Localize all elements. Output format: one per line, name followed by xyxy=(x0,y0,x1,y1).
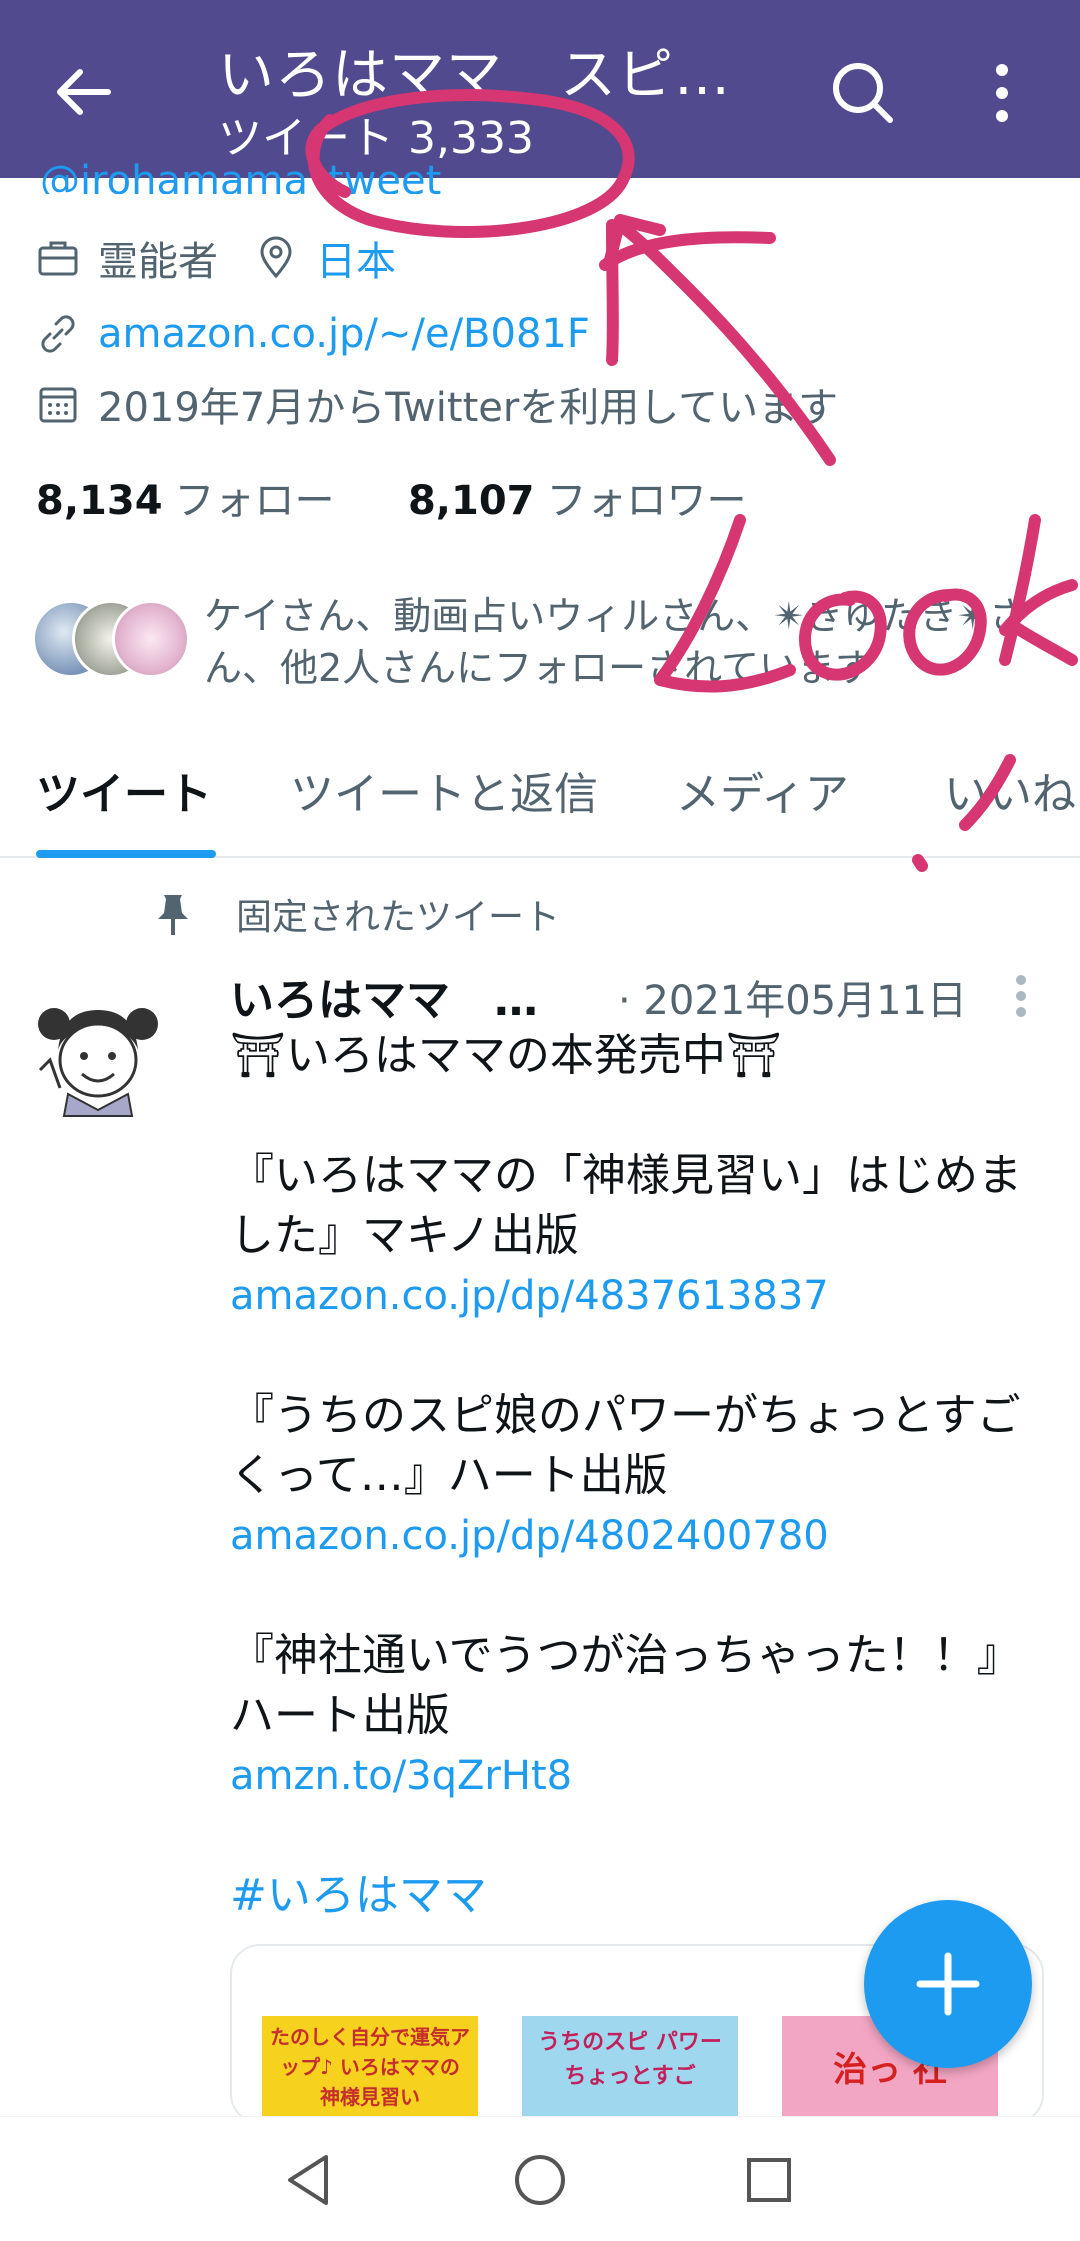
tab-tweets[interactable]: ツイート xyxy=(36,758,212,822)
tab-likes[interactable]: いいね xyxy=(944,758,1076,822)
tweet-line: ⛩いろはママの本発売中⛩ xyxy=(230,1030,782,1081)
tweet-link[interactable]: amazon.co.jp/dp/4802400780 xyxy=(230,1506,1050,1566)
tweet-link[interactable]: amzn.to/3qZrHt8 xyxy=(230,1746,1050,1806)
tweet-date[interactable]: · 2021年05月11日 xyxy=(618,968,967,1026)
briefcase-icon xyxy=(38,241,78,276)
tweet-author-name[interactable]: いろはママ … xyxy=(230,964,538,1028)
tweet-line: 『いろはママの「神様見習い」はじめました』マキノ出版 xyxy=(230,1150,1022,1261)
following-label: フォロー xyxy=(174,478,335,524)
profile-joined: 2019年7月からTwitterを利用しています xyxy=(98,385,839,431)
followers-count: 8,107 xyxy=(407,478,535,524)
book-cover-image[interactable]: たのしく自分で運気アップ♪ いろはママの 神様見習い xyxy=(262,2016,478,2122)
pin-icon xyxy=(158,895,188,935)
more-vertical-icon[interactable] xyxy=(982,58,1022,128)
tab-media[interactable]: メディア xyxy=(676,758,849,822)
search-icon[interactable] xyxy=(828,58,898,128)
link-icon xyxy=(41,315,75,353)
compose-tweet-button[interactable] xyxy=(864,1900,1032,2068)
following-count: 8,134 xyxy=(36,478,163,524)
tab-tweets-replies[interactable]: ツイートと返信 xyxy=(290,758,598,822)
follow-stats: 8,134 フォロー 8,107 フォロワー xyxy=(36,468,747,526)
avatar[interactable] xyxy=(32,990,164,1122)
location-pin-icon xyxy=(260,236,292,279)
back-arrow-icon[interactable] xyxy=(52,60,116,124)
home-circle-icon[interactable] xyxy=(505,2145,575,2215)
book-cover-image[interactable]: うちのスピ パワー ちょっとすご xyxy=(522,2016,738,2122)
profile-link-row: amazon.co.jp/~/e/B081F xyxy=(36,306,590,362)
followed-by-text: ケイさん、動画占いウィルさん、✴︎きゆたき✴︎さん、他2人さんにフォローされてい… xyxy=(204,594,1027,690)
followers-link[interactable]: 8,107 フォロワー xyxy=(408,478,747,524)
profile-handle-cut: @irohamama_tweet xyxy=(40,158,442,194)
app-header: いろはママ スピ… ツイート 3,333 xyxy=(0,0,1080,178)
avatar xyxy=(112,600,190,678)
tweet-body: ⛩いろはママの本発売中⛩ 『いろはママの「神様見習い」はじめました』マキノ出版 … xyxy=(230,1026,1050,1926)
calendar-icon xyxy=(39,387,77,423)
profile-location[interactable]: 日本 xyxy=(316,229,396,287)
tweet-count: ツイート 3,333 xyxy=(218,113,534,164)
back-triangle-icon[interactable] xyxy=(274,2145,344,2215)
following-link[interactable]: 8,134 フォロー xyxy=(36,478,335,524)
pinned-label: 固定されたツイート xyxy=(236,897,561,938)
followers-label: フォロワー xyxy=(546,478,747,524)
tweet-line: 『神社通いでうつが治っちゃった！！』ハート出版 xyxy=(230,1630,1021,1741)
tweet-line: 『うちのスピ娘のパワーがちょっとすごくって…』ハート出版 xyxy=(230,1390,1021,1501)
profile-job: 霊能者 xyxy=(98,239,218,285)
profile-website-link[interactable]: amazon.co.jp/~/e/B081F xyxy=(98,311,590,357)
more-vertical-icon[interactable] xyxy=(1006,970,1036,1034)
plus-icon xyxy=(916,1952,980,2016)
profile-meta-row: 霊能者 日本 xyxy=(36,230,396,286)
profile-joined-row: 2019年7月からTwitterを利用しています xyxy=(36,376,838,432)
tweet-link[interactable]: amazon.co.jp/dp/4837613837 xyxy=(230,1266,1050,1326)
system-navigation-bar xyxy=(0,2116,1080,2241)
followed-by-section[interactable]: ケイさん、動画占いウィルさん、✴︎きゆたき✴︎さん、他2人さんにフォローされてい… xyxy=(32,590,1052,710)
follower-avatars xyxy=(32,600,192,684)
profile-title: いろはママ スピ… xyxy=(218,43,731,108)
recents-square-icon[interactable] xyxy=(734,2145,804,2215)
active-tab-indicator xyxy=(36,850,216,858)
pinned-label-row: 固定されたツイート xyxy=(150,888,560,940)
profile-tabs: ツイート ツイートと返信 メディア いいね xyxy=(0,740,1080,858)
